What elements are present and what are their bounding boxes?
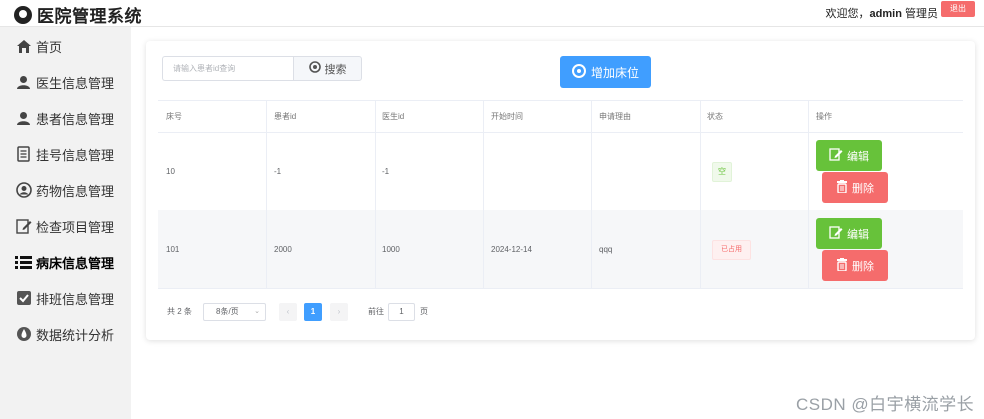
pagination-total: 共 2 条	[167, 307, 192, 316]
cell-bed: 10	[166, 167, 175, 176]
goto-page-input[interactable]: 1	[388, 303, 415, 321]
column-divider	[266, 100, 267, 288]
table-row: 10 -1 -1 空 编辑 删除	[158, 132, 963, 211]
status-badge: 空	[712, 162, 732, 182]
edit-button-label: 编辑	[847, 150, 869, 163]
sidebar-item-statistics[interactable]: 数据统计分析	[15, 323, 114, 345]
sidebar-item-label: 病床信息管理	[36, 255, 115, 271]
page-size-value: 8条/页	[216, 307, 239, 316]
sidebar-item-registration[interactable]: 挂号信息管理	[15, 143, 114, 165]
table-header: 床号 患者id 医生id 开始时间 申请理由 状态 操作	[158, 100, 963, 133]
app-title: 医院管理系统	[37, 7, 142, 26]
cell-patient-id: -1	[274, 167, 282, 176]
username: admin	[869, 8, 902, 20]
column-divider	[591, 100, 592, 288]
column-header-actions: 操作	[816, 112, 832, 121]
sidebar-item-schedule[interactable]: 排班信息管理	[15, 287, 114, 309]
column-divider	[700, 100, 701, 288]
user-icon	[15, 110, 32, 127]
column-divider	[375, 100, 376, 288]
edit-icon	[829, 147, 843, 164]
goto-label: 前往	[368, 307, 384, 316]
trash-icon	[836, 257, 848, 274]
edit-icon	[15, 218, 32, 235]
delete-button[interactable]: 删除	[822, 172, 888, 203]
column-header-bed: 床号	[166, 112, 182, 121]
column-header-doctor-id: 医生id	[382, 112, 405, 121]
sidebar-item-beds[interactable]: 病床信息管理	[15, 251, 114, 273]
table-row: 101 2000 1000 2024-12-14 qqq 已占用 编辑 删除	[158, 210, 963, 289]
cell-patient-id: 2000	[274, 245, 292, 254]
column-divider	[483, 100, 484, 288]
watermark: CSDN @白宇横流学长	[796, 395, 975, 414]
app-logo: 医院管理系统	[14, 2, 142, 27]
sidebar-item-label: 患者信息管理	[36, 111, 115, 127]
logo-icon	[14, 5, 32, 24]
home-icon	[15, 38, 32, 55]
user-icon	[15, 74, 32, 91]
sidebar-item-home[interactable]: 首页	[15, 35, 62, 57]
delete-button[interactable]: 删除	[822, 250, 888, 281]
column-header-patient-id: 患者id	[274, 112, 297, 121]
add-bed-button[interactable]: 增加床位	[560, 56, 651, 88]
trash-icon	[836, 179, 848, 196]
cell-doctor-id: 1000	[382, 245, 400, 254]
page-size-select[interactable]: 8条/页 ⌄	[203, 303, 266, 321]
drop-icon	[15, 326, 32, 343]
edit-button-label: 编辑	[847, 228, 869, 241]
edit-button[interactable]: 编辑	[816, 140, 882, 171]
sidebar-item-label: 检查项目管理	[36, 219, 115, 235]
delete-button-label: 删除	[852, 182, 874, 195]
sidebar-item-label: 首页	[36, 39, 63, 55]
column-header-reason: 申请理由	[599, 112, 631, 121]
search-icon	[308, 61, 321, 76]
logout-button[interactable]: 退出	[941, 1, 975, 17]
sidebar-item-label: 数据统计分析	[36, 327, 115, 343]
add-bed-label: 增加床位	[590, 65, 639, 80]
welcome-text: 欢迎您，admin 管理员	[826, 5, 938, 21]
add-icon	[571, 63, 586, 81]
user-role: 管理员	[905, 8, 938, 20]
status-badge: 已占用	[712, 240, 751, 260]
cell-doctor-id: -1	[382, 167, 390, 176]
user-circle-icon	[15, 182, 32, 199]
search-input[interactable]: 请输入患者id查询	[162, 56, 293, 81]
sidebar-item-label: 药物信息管理	[36, 183, 115, 199]
cell-reason: qqq	[599, 245, 613, 254]
page-number-current[interactable]: 1	[304, 303, 322, 321]
next-page-button[interactable]: ›	[330, 303, 348, 321]
chevron-down-icon: ⌄	[254, 308, 260, 315]
column-divider	[808, 100, 809, 288]
page-suffix-label: 页	[420, 307, 428, 316]
prev-page-button[interactable]: ‹	[279, 303, 297, 321]
edit-icon	[829, 225, 843, 242]
sidebar-item-doctors[interactable]: 医生信息管理	[15, 71, 114, 93]
sidebar-item-label: 排班信息管理	[36, 291, 115, 307]
search-button-label: 搜索	[324, 63, 347, 76]
check-square-icon	[15, 290, 32, 307]
column-header-status: 状态	[707, 112, 723, 121]
sidebar-item-medicine[interactable]: 药物信息管理	[15, 179, 114, 201]
cell-bed: 101	[166, 245, 180, 254]
search-button[interactable]: 搜索	[293, 56, 362, 81]
sidebar-item-label: 医生信息管理	[36, 75, 115, 91]
welcome-prefix: 欢迎您，	[825, 8, 870, 20]
document-icon	[15, 146, 32, 163]
cell-start-time: 2024-12-14	[491, 245, 532, 254]
column-header-start-time: 开始时间	[491, 112, 523, 121]
delete-button-label: 删除	[852, 260, 874, 273]
sidebar-item-examination[interactable]: 检查项目管理	[15, 215, 114, 237]
sidebar-item-label: 挂号信息管理	[36, 147, 115, 163]
edit-button[interactable]: 编辑	[816, 218, 882, 249]
list-icon	[15, 254, 32, 271]
sidebar-item-patients[interactable]: 患者信息管理	[15, 107, 114, 129]
top-bar: 医院管理系统 欢迎您，admin 管理员 退出	[0, 0, 984, 27]
